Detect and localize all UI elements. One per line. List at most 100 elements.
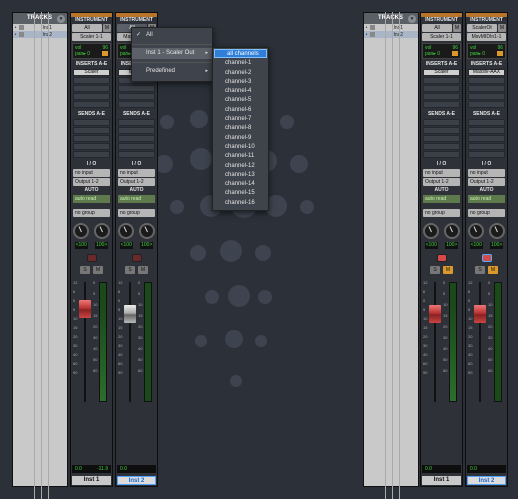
insert-slot[interactable]: Massiv-AAX — [468, 69, 505, 76]
send-slot[interactable] — [73, 127, 110, 134]
pan-right-knob[interactable] — [93, 223, 110, 239]
send-slot[interactable] — [118, 143, 155, 150]
solo-button[interactable]: S — [80, 266, 90, 274]
solo-button[interactable]: S — [125, 266, 135, 274]
pan-right-knob[interactable] — [443, 223, 460, 239]
instrument-select[interactable]: All — [422, 24, 452, 32]
pan-left-knob[interactable] — [468, 223, 485, 239]
track-name-plate[interactable]: Inst 1 — [422, 476, 461, 485]
insert-slot[interactable] — [118, 85, 155, 92]
instrument-name[interactable]: Scaler 1-1 — [422, 33, 461, 41]
submenu-item-channel[interactable]: channel-10 — [213, 143, 268, 152]
solo-button[interactable]: S — [430, 266, 440, 274]
insert-slot[interactable] — [73, 77, 110, 84]
submenu-item-channel[interactable]: channel-7 — [213, 115, 268, 124]
insert-slot[interactable] — [468, 101, 505, 108]
automation-mode[interactable]: auto read — [73, 195, 110, 203]
input-selector[interactable]: no input — [73, 169, 110, 177]
insert-slot[interactable] — [423, 77, 460, 84]
send-slot[interactable] — [73, 151, 110, 158]
send-slot[interactable] — [423, 119, 460, 126]
record-button[interactable] — [131, 254, 142, 262]
pan-value[interactable]: 0 — [437, 51, 440, 57]
insert-slot[interactable]: Scaler — [73, 69, 110, 76]
send-slot[interactable] — [73, 143, 110, 150]
submenu-item-channel[interactable]: channel-13 — [213, 171, 268, 180]
submenu-item-all-channels[interactable]: all channels — [214, 49, 267, 59]
instrument-select[interactable]: ScalerOt — [467, 24, 497, 32]
submenu-item-channel[interactable]: channel-1 — [213, 59, 268, 68]
track-row[interactable]: • Ins2 — [13, 31, 67, 38]
insert-slot[interactable] — [118, 101, 155, 108]
send-slot[interactable] — [468, 119, 505, 126]
instrument-name[interactable]: Scaler 1-1 — [72, 33, 111, 41]
volume-fader[interactable] — [124, 305, 136, 323]
record-button[interactable] — [86, 254, 97, 262]
submenu-item-channel[interactable]: channel-12 — [213, 162, 268, 171]
solo-button[interactable]: S — [475, 266, 485, 274]
insert-slot[interactable] — [468, 85, 505, 92]
send-slot[interactable] — [73, 119, 110, 126]
mute-button[interactable]: M — [488, 266, 498, 274]
volume-fader[interactable] — [79, 300, 91, 318]
input-selector[interactable]: no input — [423, 169, 460, 177]
send-slot[interactable] — [468, 143, 505, 150]
pan-left-knob[interactable] — [73, 223, 90, 239]
group-selector[interactable]: no group — [468, 209, 505, 217]
record-button[interactable] — [436, 254, 447, 262]
pan-left-knob[interactable] — [118, 223, 135, 239]
insert-slot[interactable] — [73, 101, 110, 108]
input-selector[interactable]: no input — [468, 169, 505, 177]
instrument-name[interactable]: MsvMIDIn1-1 — [467, 33, 506, 41]
menu-item-inst1-scaler-out[interactable]: Inst 1 - Scaler Out ▸ — [132, 48, 212, 59]
insert-slot[interactable]: Scaler — [423, 69, 460, 76]
panel-menu-icon[interactable]: ▾ — [57, 15, 65, 23]
group-selector[interactable]: no group — [118, 209, 155, 217]
track-row[interactable]: • Ins1 — [13, 24, 67, 31]
mute-button[interactable]: M — [93, 266, 103, 274]
submenu-item-channel[interactable]: channel-14 — [213, 180, 268, 189]
insert-slot[interactable] — [73, 85, 110, 92]
pan-right-knob[interactable] — [488, 223, 505, 239]
menu-item-all[interactable]: ✓ All — [132, 30, 212, 41]
submenu-item-channel[interactable]: channel-16 — [213, 199, 268, 208]
record-button[interactable] — [481, 254, 492, 262]
submenu-item-channel[interactable]: channel-8 — [213, 124, 268, 133]
track-row[interactable]: • Ins1 — [364, 24, 418, 31]
midi-mute-button[interactable]: M — [498, 24, 506, 32]
insert-slot[interactable] — [73, 93, 110, 100]
send-slot[interactable] — [73, 135, 110, 142]
output-selector[interactable]: Output 1-2 — [118, 178, 155, 186]
volume-fader[interactable] — [474, 305, 486, 323]
submenu-item-channel[interactable]: channel-3 — [213, 78, 268, 87]
volume-fader[interactable] — [429, 305, 441, 323]
pan-value[interactable]: 0 — [482, 51, 485, 57]
insert-slot[interactable] — [118, 93, 155, 100]
insert-slot[interactable] — [423, 93, 460, 100]
send-slot[interactable] — [423, 135, 460, 142]
submenu-item-channel[interactable]: channel-15 — [213, 189, 268, 198]
send-slot[interactable] — [118, 135, 155, 142]
mute-button[interactable]: M — [443, 266, 453, 274]
midi-mute-button[interactable]: M — [103, 24, 111, 32]
insert-slot[interactable] — [468, 93, 505, 100]
submenu-item-channel[interactable]: channel-6 — [213, 106, 268, 115]
submenu-item-channel[interactable]: channel-9 — [213, 134, 268, 143]
output-selector[interactable]: Output 1-2 — [468, 178, 505, 186]
automation-mode[interactable]: auto read — [118, 195, 155, 203]
automation-mode[interactable]: auto read — [423, 195, 460, 203]
send-slot[interactable] — [118, 127, 155, 134]
track-row[interactable]: • Ins2 — [364, 31, 418, 38]
insert-slot[interactable] — [423, 101, 460, 108]
send-slot[interactable] — [468, 151, 505, 158]
submenu-item-channel[interactable]: channel-2 — [213, 69, 268, 78]
insert-slot[interactable] — [423, 85, 460, 92]
send-slot[interactable] — [468, 135, 505, 142]
track-name-plate[interactable]: Inst 2 — [117, 476, 156, 485]
send-slot[interactable] — [118, 119, 155, 126]
track-name-plate[interactable]: Inst 1 — [72, 476, 111, 485]
midi-mute-button[interactable]: M — [453, 24, 461, 32]
pan-left-knob[interactable] — [423, 223, 440, 239]
panel-menu-icon[interactable]: ▾ — [408, 15, 416, 23]
pan-value[interactable]: 0 — [87, 51, 90, 57]
